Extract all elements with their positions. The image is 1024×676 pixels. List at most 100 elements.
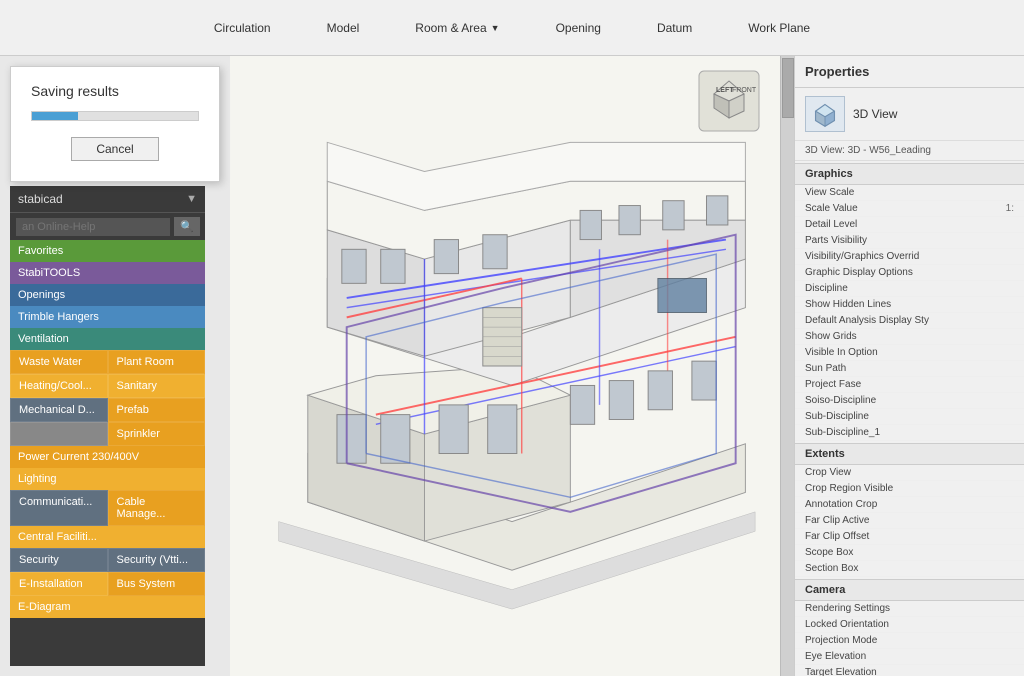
view-icon-row: 3D View [795,88,1024,141]
section-extents: Extents [795,443,1024,465]
menu-mechanical-d[interactable]: Mechanical D... [10,398,108,422]
far-clip-active-label: Far Clip Active [805,515,1014,526]
far-clip-offset-label: Far Clip Offset [805,531,1014,542]
menu-bus-system[interactable]: Bus System [108,572,206,596]
stabicad-dropdown-icon[interactable]: ▼ [186,193,197,205]
menu-e-installation[interactable]: E-Installation [10,572,108,596]
extents-header-label: Extents [805,448,845,460]
toolbar-room-area[interactable]: Room & Area ▼ [407,17,507,39]
prop-crop-region-visible: Crop Region Visible [795,481,1024,497]
circulation-label: Circulation [214,21,271,35]
view-area[interactable]: LEFT FRONT [230,56,794,676]
menu-stabitools[interactable]: StabiTOOLS [10,262,205,284]
menu-lighting[interactable]: Lighting [10,468,205,490]
menu-grid-mechanical: Mechanical D... Prefab [10,398,205,422]
menu-communications[interactable]: Communicati... [10,490,108,526]
toolbar-datum[interactable]: Datum [649,17,700,39]
stabicad-search-row: 🔍 [10,213,205,240]
menu-sanitary[interactable]: Sanitary [108,374,206,398]
view-type-icon [805,96,845,132]
prop-soiso-discipline: Soiso-Discipline [795,393,1024,409]
svg-text:FRONT: FRONT [732,87,757,94]
toolbar-workplane[interactable]: Work Plane [740,17,818,39]
menu-security[interactable]: Security [10,548,108,572]
room-area-label: Room & Area [415,21,486,35]
prop-section-box: Section Box [795,561,1024,577]
prop-sub-discipline-1: Sub-Discipline_1 [795,425,1024,441]
menu-grid-security: Security Security (Vtti... [10,548,205,572]
visible-option-label: Visible In Option [805,347,1014,358]
menu-trimble-hangers[interactable]: Trimble Hangers [10,306,205,328]
project-fase-label: Project Fase [805,379,1014,390]
menu-heating-cool[interactable]: Heating/Cool... [10,374,108,398]
right-panel: Properties 3D View 3D View: 3D - W56_Lea… [794,56,1024,676]
compass: LEFT FRONT [694,66,764,136]
stabicad-panel[interactable]: stabicad ▼ 🔍 Favorites StabiTOOLS Openin… [10,186,205,666]
camera-header-label: Camera [805,584,845,596]
menu-prefab[interactable]: Prefab [108,398,206,422]
detail-level-label: Detail Level [805,219,1014,230]
progress-bar-fill [32,112,78,120]
menu-sprinkler[interactable]: Sprinkler [108,422,206,446]
menu-favorites[interactable]: Favorites [10,240,205,262]
prop-view-scale: View Scale [795,185,1024,201]
prop-crop-view: Crop View [795,465,1024,481]
section-camera: Camera [795,579,1024,601]
prop-eye-elevation: Eye Elevation [795,649,1024,665]
toolbar-circulation[interactable]: Circulation [206,17,279,39]
menu-power-current[interactable]: Power Current 230/400V [10,446,205,468]
prop-show-hidden: Show Hidden Lines [795,297,1024,313]
opening-label: Opening [556,21,601,35]
cancel-button[interactable]: Cancel [71,137,158,161]
locked-orientation-label: Locked Orientation [805,619,1014,630]
prop-visibility-graphics: Visibility/Graphics Overrid [795,249,1024,265]
prop-parts-visibility: Parts Visibility [795,233,1024,249]
discipline-label: Discipline [805,283,1014,294]
menu-ventilation[interactable]: Ventilation [10,328,205,350]
sub-discipline-1-label: Sub-Discipline_1 [805,427,1014,438]
parts-visibility-label: Parts Visibility [805,235,1014,246]
prop-show-grids: Show Grids [795,329,1024,345]
sun-path-label: Sun Path [805,363,1014,374]
stabicad-search-button[interactable]: 🔍 [174,217,200,236]
menu-grid-einstallation: E-Installation Bus System [10,572,205,596]
section-box-label: Section Box [805,563,1014,574]
menu-waste-water[interactable]: Waste Water [10,350,108,374]
rendering-label: Rendering Settings [805,603,1014,614]
menu-grid-heating: Heating/Cool... Sanitary [10,374,205,398]
prop-analysis-display: Default Analysis Display Sty [795,313,1024,329]
properties-header: Properties [795,56,1024,88]
sub-discipline-label: Sub-Discipline [805,411,1014,422]
prop-rendering: Rendering Settings [795,601,1024,617]
toolbar-model[interactable]: Model [319,17,368,39]
menu-cable-management[interactable]: Cable Manage... [108,490,206,526]
stabicad-header: stabicad ▼ [10,186,205,213]
menu-central-facilities[interactable]: Central Faciliti... [10,526,205,548]
menu-e-diagram[interactable]: E-Diagram [10,596,205,618]
visibility-graphics-label: Visibility/Graphics Overrid [805,251,1014,262]
prop-visible-option: Visible In Option [795,345,1024,361]
menu-grid-sprinkler: Sprinkler [10,422,205,446]
view-type-label: 3D View [853,107,897,121]
top-toolbar: Circulation Model Room & Area ▼ Opening … [0,0,1024,56]
scale-value: 1: [1006,203,1014,214]
section-graphics: Graphics [795,163,1024,185]
prop-projection-mode: Projection Mode [795,633,1024,649]
graphic-display-label: Graphic Display Options [805,267,1014,278]
prop-locked-orientation: Locked Orientation [795,617,1024,633]
prop-target-elevation: Target Elevation [795,665,1024,676]
menu-spacer [10,422,108,446]
toolbar-opening[interactable]: Opening [548,17,609,39]
projection-mode-label: Projection Mode [805,635,1014,646]
view-scrollbar[interactable] [780,56,794,676]
scroll-thumb[interactable] [782,58,794,118]
stabicad-title: stabicad [18,192,63,206]
workplane-label: Work Plane [748,21,810,35]
saving-dialog: Saving results Cancel [10,66,220,182]
eye-elevation-label: Eye Elevation [805,651,1014,662]
menu-openings[interactable]: Openings [10,284,205,306]
menu-plant-room[interactable]: Plant Room [108,350,206,374]
menu-security-vtti[interactable]: Security (Vtti... [108,548,206,572]
show-hidden-label: Show Hidden Lines [805,299,1014,310]
stabicad-search-input[interactable] [16,218,170,236]
